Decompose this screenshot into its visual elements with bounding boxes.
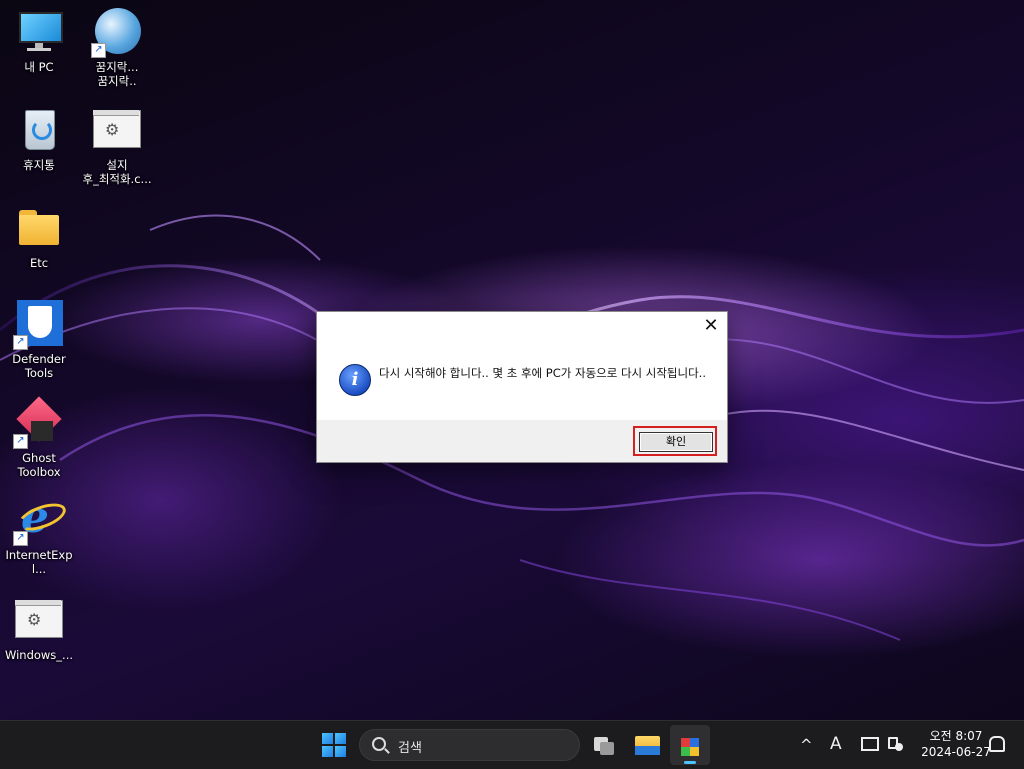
ime-indicator[interactable]: A xyxy=(830,734,842,754)
desktop-icon-label: 휴지통 xyxy=(23,158,55,172)
restart-dialog: ✕ i 다시 시작해야 합니다.. 몇 초 후에 PC가 자동으로 다시 시작됩… xyxy=(316,311,728,463)
windows-logo-icon xyxy=(322,733,333,744)
folder-icon xyxy=(15,204,63,252)
clock-date: 2024-06-27 xyxy=(921,745,991,759)
app-icon xyxy=(681,738,690,747)
close-button[interactable]: ✕ xyxy=(695,312,727,342)
chevron-up-icon[interactable]: ^ xyxy=(800,736,813,754)
globe-icon: ↗ xyxy=(91,8,141,58)
gear-window-icon: ⚙ xyxy=(15,596,63,644)
desktop-icon-etc-folder[interactable]: Etc xyxy=(1,204,77,270)
clock-time: 오전 8:07 xyxy=(929,729,983,743)
shortcut-arrow-icon: ↗ xyxy=(13,531,28,546)
volume-muted-icon[interactable] xyxy=(888,737,903,751)
ghost-toolbox-icon: ↗ xyxy=(13,396,63,449)
desktop-icon-recycle-bin[interactable]: 휴지통 xyxy=(1,106,77,172)
running-app-button[interactable] xyxy=(670,725,710,765)
desktop-icon-label: Ghost Toolbox xyxy=(17,451,61,479)
info-icon: i xyxy=(339,364,371,396)
shield-icon: ↗ xyxy=(13,300,63,350)
ok-button-highlight: 확인 xyxy=(633,426,717,456)
desktop-icon-label: 꿈지락... 꿈지락.. xyxy=(95,60,139,88)
task-view-button[interactable] xyxy=(584,725,624,765)
desktop-icon-label: Defender Tools xyxy=(12,352,66,380)
internet-explorer-icon: e ↗ xyxy=(13,496,70,546)
clock[interactable]: 오전 8:07 2024-06-27 xyxy=(914,728,998,760)
desktop-icon-label: InternetExpl... xyxy=(5,548,73,576)
desktop-icon-label: Etc xyxy=(29,256,49,270)
shortcut-arrow-icon: ↗ xyxy=(91,43,106,58)
desktop-icon-internet-explorer[interactable]: e ↗ InternetExpl... xyxy=(1,496,77,577)
desktop-icon-settings-script[interactable]: ⚙ 설지 후_최적화.c... xyxy=(79,106,155,186)
gear-window-icon: ⚙ xyxy=(93,106,141,154)
taskbar: 검색 ^ A 오전 8:07 2024-06-27 xyxy=(0,720,1024,769)
desktop-icon-shortcut-1[interactable]: ↗ 꿈지락... 꿈지락.. xyxy=(79,8,155,88)
shortcut-arrow-icon: ↗ xyxy=(13,434,28,449)
notification-bell-icon[interactable] xyxy=(989,736,1005,752)
search-input[interactable]: 검색 xyxy=(359,729,580,761)
monitor-icon xyxy=(15,8,63,56)
desktop-icon-my-pc[interactable]: 내 PC xyxy=(1,8,77,74)
desktop-icon-windows-script[interactable]: ⚙ Windows_... xyxy=(1,596,77,662)
start-button[interactable] xyxy=(322,733,346,757)
file-explorer-button[interactable] xyxy=(627,725,667,765)
search-icon xyxy=(372,737,386,751)
active-indicator xyxy=(684,761,696,764)
dialog-footer: 확인 xyxy=(317,420,727,462)
desktop-icon-label: 설지 후_최적화.c... xyxy=(82,158,152,186)
ok-button[interactable]: 확인 xyxy=(639,432,713,452)
desktop-icon-label: 내 PC xyxy=(24,60,54,74)
recycle-bin-icon xyxy=(15,106,63,154)
shortcut-arrow-icon: ↗ xyxy=(13,335,28,350)
desktop-icon-label: Windows_... xyxy=(4,648,74,662)
search-placeholder: 검색 xyxy=(398,741,422,756)
network-icon[interactable] xyxy=(861,737,879,751)
desktop-icon-ghost-toolbox[interactable]: ↗ Ghost Toolbox xyxy=(1,396,77,479)
dialog-message: 다시 시작해야 합니다.. 몇 초 후에 PC가 자동으로 다시 시작됩니다.. xyxy=(379,366,706,380)
desktop-icon-defender-tools[interactable]: ↗ Defender Tools xyxy=(1,300,77,380)
